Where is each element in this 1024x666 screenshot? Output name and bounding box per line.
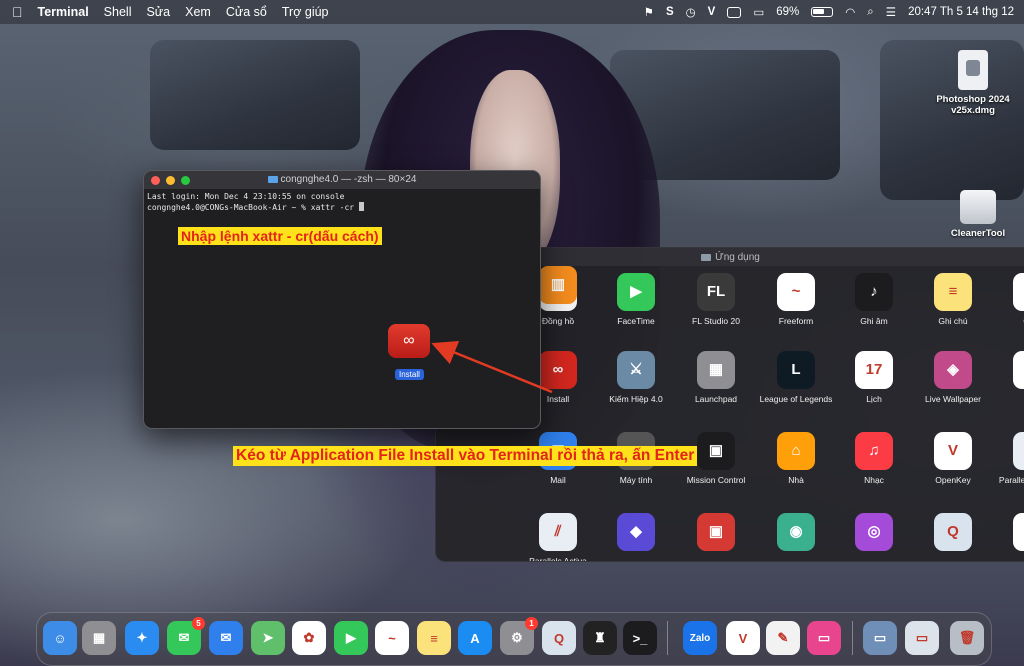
system-settings-icon[interactable]: ⚙ 1 [500, 617, 538, 655]
annotation-step-2: Kéo từ Application File Install vào Term… [233, 446, 698, 466]
photos-icon[interactable]: ✿ [292, 621, 326, 655]
mail-icon[interactable]: ✉ [209, 621, 243, 655]
terminal-icon[interactable]: >_ [623, 621, 657, 655]
dock-separator [852, 621, 853, 655]
chess-icon[interactable]: ♜ [583, 621, 617, 655]
launchpad-icon[interactable]: ▦ [82, 621, 116, 655]
notes-icon[interactable]: ≡ [417, 621, 451, 655]
trash-icon[interactable]: 🗑 [950, 621, 984, 655]
dock-icon-text: Zalo [689, 632, 711, 644]
zalo-icon[interactable]: Zalo [683, 621, 717, 655]
notification-badge: 5 [192, 617, 205, 630]
notification-badge: 1 [525, 617, 538, 630]
dock-separator [667, 621, 668, 655]
maps-icon[interactable]: ➤ [251, 621, 285, 655]
openkey-icon[interactable]: V [726, 621, 760, 655]
drag-arrow [431, 340, 553, 394]
cleanmymac-icon[interactable]: ▭ [807, 621, 841, 655]
quicktime-icon[interactable]: Q [542, 621, 576, 655]
freeform-icon[interactable]: ~ [375, 621, 409, 655]
finder-icon[interactable]: ☺ [43, 621, 77, 655]
window-preview-icon[interactable]: ▭ [905, 621, 939, 655]
facetime-icon[interactable]: ▶ [334, 621, 368, 655]
dock: ☺ ▦ ✦ ✉ 5 ✉ ➤ ✿ ▶ ~ ≡ A ⚙ 1 Q ♜ >_ Zalo V ✎ ▭ ▭ ▭ 🗑 [36, 612, 992, 666]
app-store-icon[interactable]: A [458, 621, 492, 655]
messages-icon[interactable]: ✉ 5 [167, 617, 205, 655]
safari-icon[interactable]: ✦ [125, 621, 159, 655]
screenshot-folder-icon[interactable]: ▭ [863, 621, 897, 655]
textedit-icon[interactable]: ✎ [766, 621, 800, 655]
